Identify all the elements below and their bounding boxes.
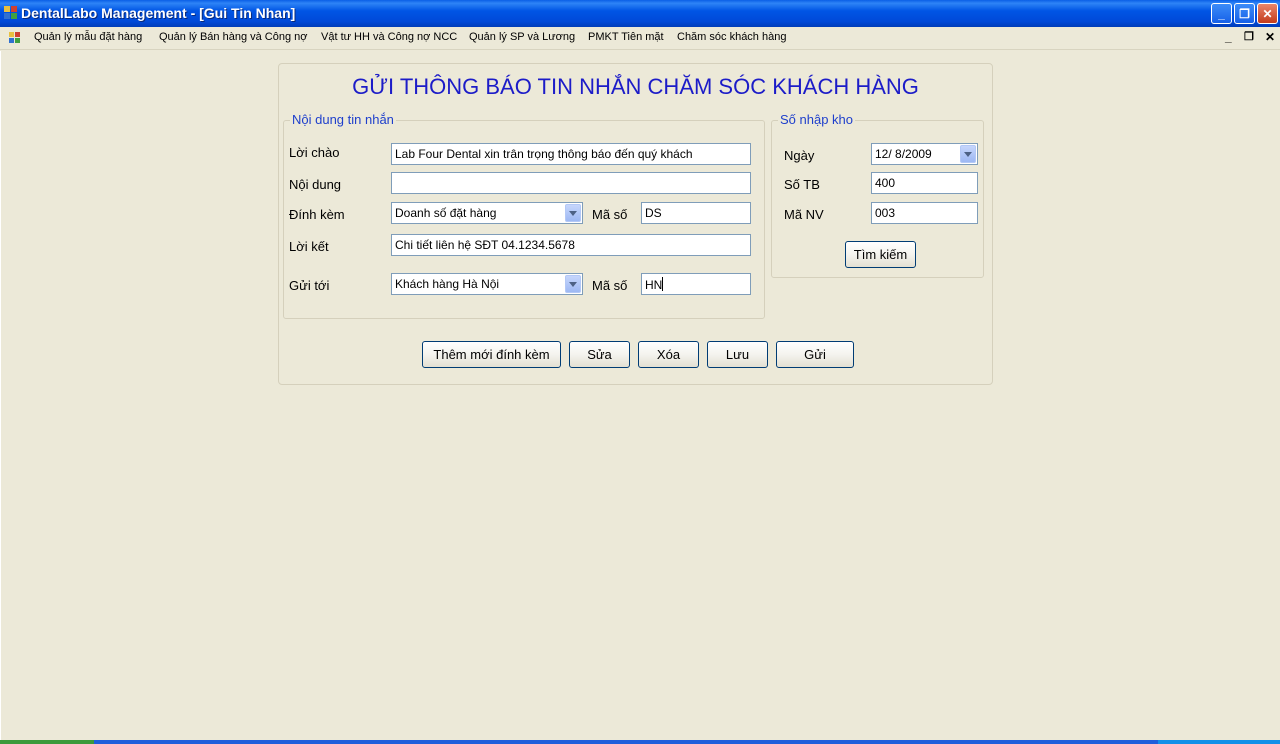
tb-number-input[interactable]: 400 bbox=[871, 172, 978, 194]
menu-sales-debt[interactable]: Quản lý Bán hàng và Công nợ bbox=[159, 31, 307, 43]
close-button[interactable]: ✕ bbox=[1257, 3, 1278, 24]
tb-number-label: Số TB bbox=[784, 177, 820, 192]
search-button[interactable]: Tìm kiếm bbox=[845, 241, 916, 268]
page-title: GỬI THÔNG BÁO TIN NHẮN CHĂM SÓC KHÁCH HÀ… bbox=[352, 74, 919, 99]
send-button[interactable]: Gửi bbox=[776, 341, 854, 368]
menu-cash-accounting[interactable]: PMKT Tiên mặt bbox=[588, 31, 664, 43]
attach-code-input[interactable]: DS bbox=[641, 202, 751, 224]
window-titlebar[interactable]: DentalLabo Management - [Gui Tin Nhan] _… bbox=[0, 0, 1280, 27]
taskbar bbox=[0, 740, 1280, 744]
attach-select[interactable]: Doanh số đặt hàng bbox=[391, 202, 583, 224]
start-button[interactable] bbox=[0, 740, 94, 744]
employee-code-label: Mã NV bbox=[784, 207, 824, 222]
chevron-down-icon[interactable] bbox=[960, 145, 976, 163]
content-label: Nội dung bbox=[289, 177, 342, 192]
menu-bar: Quản lý mẫu đặt hàng Quản lý Bán hàng và… bbox=[0, 27, 1280, 50]
menu-order-samples[interactable]: Quản lý mẫu đặt hàng bbox=[34, 31, 142, 43]
mdi-close-button[interactable]: ✕ bbox=[1265, 30, 1275, 44]
message-content-legend: Nội dung tin nhắn bbox=[290, 112, 396, 127]
greeting-label: Lời chào bbox=[289, 145, 340, 160]
mdi-minimize-button[interactable]: _ bbox=[1225, 30, 1232, 44]
send-code-input[interactable]: HN bbox=[641, 273, 751, 295]
chevron-down-icon[interactable] bbox=[565, 275, 581, 293]
stock-entry-legend: Số nhập kho bbox=[778, 112, 856, 127]
send-to-label: Gửi tới bbox=[289, 278, 330, 293]
date-picker-value: 12/ 8/2009 bbox=[875, 147, 932, 161]
delete-button[interactable]: Xóa bbox=[638, 341, 699, 368]
menu-customer-care[interactable]: Chăm sóc khách hàng bbox=[677, 31, 786, 43]
send-to-select[interactable]: Khách hàng Hà Nội bbox=[391, 273, 583, 295]
text-cursor bbox=[662, 277, 664, 291]
send-code-label: Mã số bbox=[592, 278, 628, 293]
system-tray bbox=[1158, 740, 1280, 744]
closing-label: Lời kết bbox=[289, 239, 329, 254]
greeting-input[interactable]: Lab Four Dental xin trân trọng thông báo… bbox=[391, 143, 751, 165]
window-title: DentalLabo Management - [Gui Tin Nhan] bbox=[21, 5, 296, 21]
maximize-button[interactable]: ❐ bbox=[1234, 3, 1255, 24]
add-attachment-button[interactable]: Thêm mới đính kèm bbox=[422, 341, 561, 368]
edit-button[interactable]: Sửa bbox=[569, 341, 630, 368]
date-picker[interactable]: 12/ 8/2009 bbox=[871, 143, 978, 165]
send-code-value: HN bbox=[645, 278, 663, 292]
menu-products-salary[interactable]: Quản lý SP và Lương bbox=[469, 31, 575, 43]
chevron-down-icon[interactable] bbox=[565, 204, 581, 222]
menu-materials-supplier[interactable]: Vật tư HH và Công nợ NCC bbox=[321, 31, 457, 43]
attach-code-label: Mã số bbox=[592, 207, 628, 222]
send-to-select-value: Khách hàng Hà Nội bbox=[395, 277, 500, 291]
save-button[interactable]: Lưu bbox=[707, 341, 768, 368]
minimize-button[interactable]: _ bbox=[1211, 3, 1232, 24]
attach-select-value: Doanh số đặt hàng bbox=[395, 206, 497, 220]
closing-input[interactable]: Chi tiết liên hệ SĐT 04.1234.5678 bbox=[391, 234, 751, 256]
app-icon bbox=[4, 6, 18, 20]
date-label: Ngày bbox=[784, 148, 815, 163]
mdi-child-icon[interactable] bbox=[9, 32, 22, 44]
attach-label: Đính kèm bbox=[289, 207, 345, 222]
content-input[interactable] bbox=[391, 172, 751, 194]
mdi-restore-button[interactable]: ❐ bbox=[1244, 30, 1254, 43]
employee-code-input[interactable]: 003 bbox=[871, 202, 978, 224]
